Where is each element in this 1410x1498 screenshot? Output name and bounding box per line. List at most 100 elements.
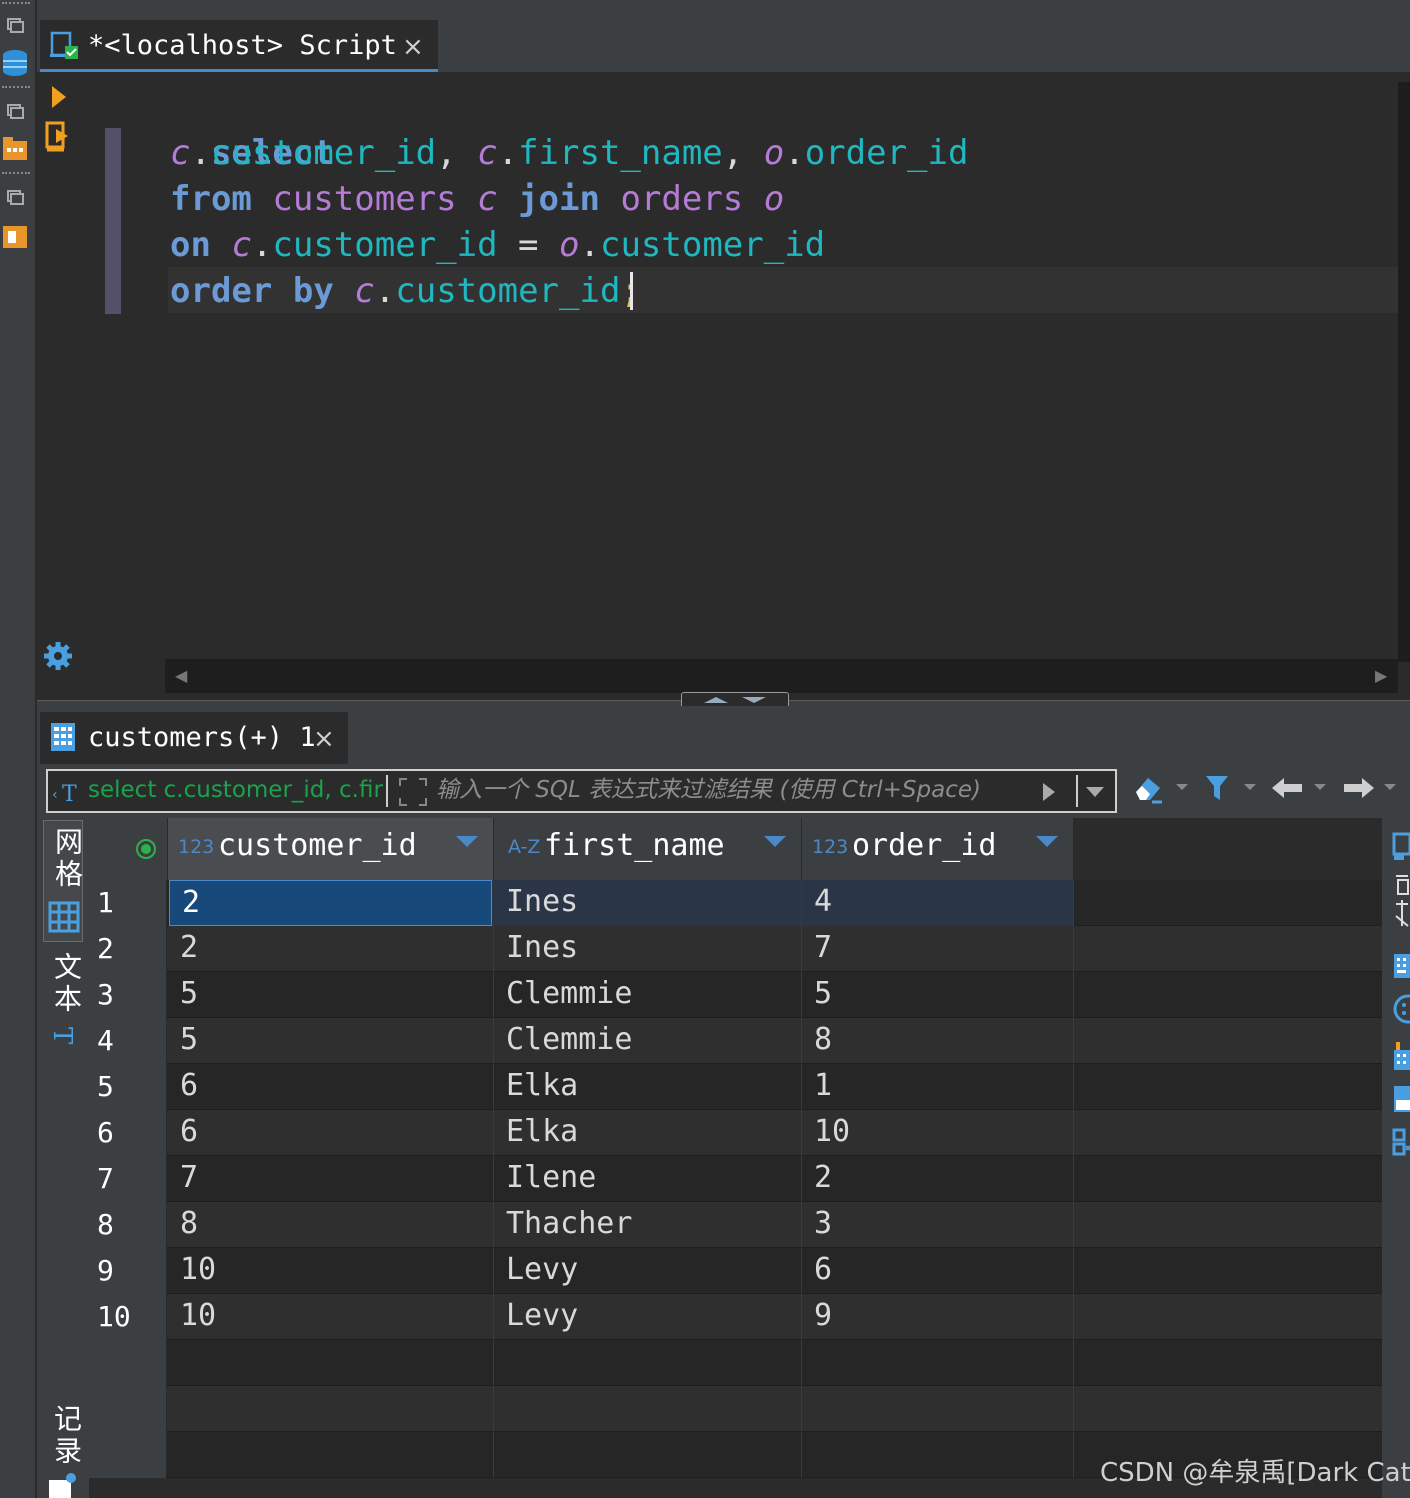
row-number[interactable]: 5 xyxy=(89,1064,167,1110)
editor-vertical-scrollbar[interactable] xyxy=(1398,82,1410,662)
empty-cell xyxy=(802,1432,1074,1478)
restore-window-icon[interactable] xyxy=(2,16,28,36)
punct: = xyxy=(497,225,559,265)
tab-script[interactable]: *<localhost> Script × xyxy=(40,20,438,72)
close-icon[interactable]: × xyxy=(402,32,424,62)
info-circle-icon[interactable] xyxy=(1392,994,1410,1024)
cell-order-id[interactable]: 4 xyxy=(802,880,1074,926)
cell-first-name[interactable]: Ilene xyxy=(494,1156,802,1202)
table-ref: customers xyxy=(272,179,457,219)
table-row[interactable]: 9 10 Levy 6 xyxy=(89,1248,1382,1294)
table-row[interactable]: 10 10 Levy 9 xyxy=(89,1294,1382,1340)
cell-first-name[interactable]: Levy xyxy=(494,1248,802,1294)
tab-grid-view[interactable]: 网格 xyxy=(43,820,84,942)
cell-order-id[interactable]: 10 xyxy=(802,1110,1074,1156)
cell-order-id[interactable]: 6 xyxy=(802,1248,1074,1294)
forward-arrow-icon[interactable] xyxy=(1340,772,1402,806)
table-row[interactable]: 8 8 Thacher 3 xyxy=(89,1202,1382,1248)
restore-window-icon[interactable] xyxy=(2,188,28,208)
scroll-left-icon[interactable]: ◀ xyxy=(175,666,187,685)
table-row[interactable]: 2 2 Ines 7 xyxy=(89,926,1382,972)
column-header-order-id[interactable]: 123 order_id xyxy=(802,818,1074,880)
row-header-corner[interactable] xyxy=(89,818,168,880)
cell-order-id[interactable]: 2 xyxy=(802,1156,1074,1202)
row-number[interactable]: 4 xyxy=(89,1018,167,1064)
column-header-first-name[interactable]: A-Z first_name xyxy=(494,818,802,880)
database-icon[interactable] xyxy=(2,48,28,78)
row-number[interactable]: 8 xyxy=(89,1202,167,1248)
filter-box[interactable]: ‹ T select c.customer_id, c.firs xyxy=(46,769,1117,813)
collapse-expand-icon xyxy=(704,697,766,703)
cell-customer-id[interactable]: 2 xyxy=(168,926,494,972)
cell-first-name[interactable]: Ines xyxy=(494,926,802,972)
restore-window-icon[interactable] xyxy=(2,102,28,122)
row-number[interactable]: 1 xyxy=(89,880,167,926)
apply-filter-icon[interactable] xyxy=(1040,781,1058,803)
tab-text-view[interactable]: 文本 T xyxy=(43,948,83,1058)
cell-first-name[interactable]: Clemmie xyxy=(494,1018,802,1064)
cell-first-name[interactable]: Levy xyxy=(494,1294,802,1340)
cell-first-name[interactable]: Elka xyxy=(494,1064,802,1110)
table-row[interactable]: 3 5 Clemmie 5 xyxy=(89,972,1382,1018)
close-icon[interactable]: × xyxy=(313,724,335,754)
row-number[interactable]: 2 xyxy=(89,926,167,972)
projects-icon[interactable] xyxy=(2,136,28,162)
cell-order-id[interactable]: 5 xyxy=(802,972,1074,1018)
row-number[interactable]: 6 xyxy=(89,1110,167,1156)
cell-customer-id[interactable]: 7 xyxy=(168,1156,494,1202)
sort-dropdown-icon[interactable] xyxy=(1036,836,1058,847)
column-header-customer-id[interactable]: 123 customer_id xyxy=(168,818,494,880)
scroll-right-icon[interactable]: ▶ xyxy=(1375,666,1387,685)
table-row[interactable]: 6 6 Elka 10 xyxy=(89,1110,1382,1156)
select-all-icon[interactable] xyxy=(135,838,157,860)
layout-icon[interactable] xyxy=(1392,1128,1410,1158)
cell-order-id[interactable]: 9 xyxy=(802,1294,1074,1340)
cell-first-name[interactable]: Ines xyxy=(494,880,802,926)
back-arrow-icon[interactable] xyxy=(1270,772,1332,806)
cell-customer-id[interactable]: 6 xyxy=(168,1064,494,1110)
history-dropdown-icon[interactable] xyxy=(1084,785,1106,799)
tab-results[interactable]: customers(+) 1 × xyxy=(40,712,348,764)
row-number[interactable]: 9 xyxy=(89,1248,167,1294)
cell-order-id[interactable]: 7 xyxy=(802,926,1074,972)
row-number[interactable]: 3 xyxy=(89,972,167,1018)
scripts-icon[interactable] xyxy=(2,224,28,250)
sort-dropdown-icon[interactable] xyxy=(456,836,478,847)
cell-first-name[interactable]: Elka xyxy=(494,1110,802,1156)
cell-order-id[interactable]: 3 xyxy=(802,1202,1074,1248)
code-line-2: c.customer_id, c.first_name, o.order_id xyxy=(170,130,968,176)
row-number[interactable]: 10 xyxy=(89,1294,167,1340)
table-row[interactable]: 7 7 Ilene 2 xyxy=(89,1156,1382,1202)
expand-icon[interactable] xyxy=(398,777,428,807)
cell-order-id[interactable]: 1 xyxy=(802,1064,1074,1110)
cell-customer-id[interactable]: 10 xyxy=(168,1294,494,1340)
editor-horizontal-scrollbar[interactable]: ◀ ▶ xyxy=(165,659,1398,693)
cell-customer-id[interactable]: 6 xyxy=(168,1110,494,1156)
cell-first-name[interactable]: Thacher xyxy=(494,1202,802,1248)
alias: c xyxy=(477,179,498,219)
sort-dropdown-icon[interactable] xyxy=(764,836,786,847)
divider xyxy=(386,775,388,807)
cell-customer-id[interactable]: 8 xyxy=(168,1202,494,1248)
filter-funnel-icon[interactable] xyxy=(1204,772,1260,806)
table-row[interactable]: 1 2 Ines 4 xyxy=(89,880,1382,926)
cell-customer-id[interactable]: 10 xyxy=(168,1248,494,1294)
calculator-icon[interactable] xyxy=(1392,952,1410,980)
panels-icon[interactable] xyxy=(1392,832,1410,862)
execute-script-icon[interactable] xyxy=(44,120,74,154)
execute-arrow-icon[interactable] xyxy=(48,84,70,110)
eraser-icon[interactable] xyxy=(1132,772,1192,806)
cell-first-name[interactable]: Clemmie xyxy=(494,972,802,1018)
cell-customer-id[interactable]: 5 xyxy=(168,972,494,1018)
grouping-icon[interactable] xyxy=(1392,1040,1410,1072)
tab-record-view[interactable]: 记录 xyxy=(43,1396,83,1498)
cell-customer-id[interactable]: 5 xyxy=(168,1018,494,1064)
table-row[interactable]: 4 5 Clemmie 8 xyxy=(89,1018,1382,1064)
cell-order-id[interactable]: 8 xyxy=(802,1018,1074,1064)
save-panel-icon[interactable] xyxy=(1392,1084,1410,1114)
table-row[interactable]: 5 6 Elka 1 xyxy=(89,1064,1382,1110)
cell-customer-id[interactable]: 2 xyxy=(169,880,492,926)
filter-input[interactable] xyxy=(436,777,1026,803)
row-number[interactable]: 7 xyxy=(89,1156,167,1202)
settings-gear-icon[interactable] xyxy=(42,640,74,672)
